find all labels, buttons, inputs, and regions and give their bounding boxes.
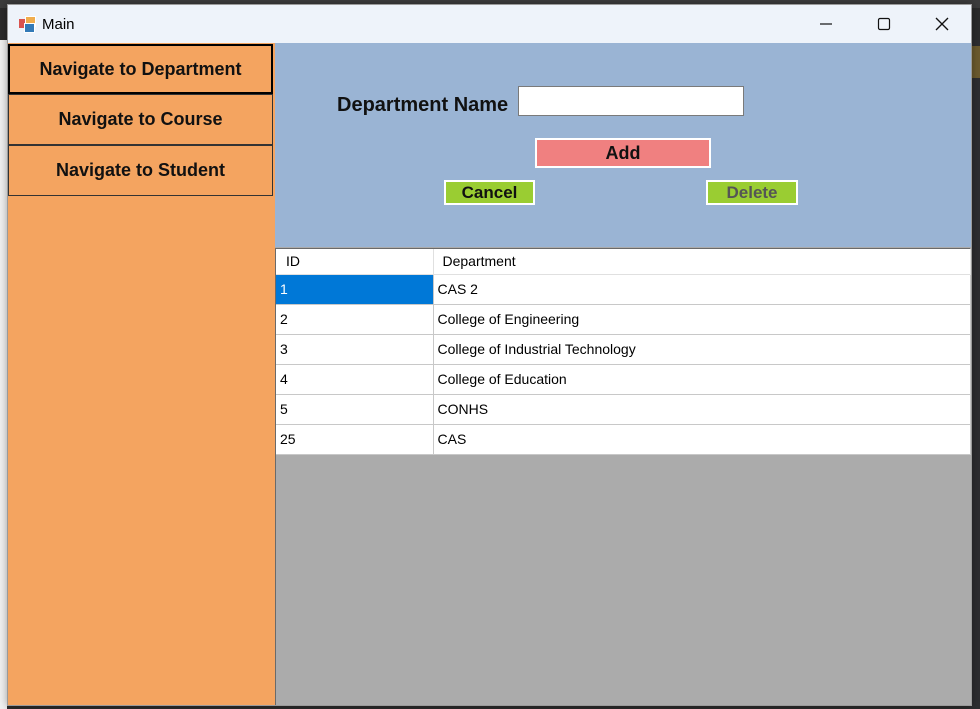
close-button[interactable] <box>913 5 971 43</box>
navigate-department-button[interactable]: Navigate to Department <box>8 44 273 94</box>
cell-department[interactable]: College of Engineering <box>433 304 971 335</box>
cell-id[interactable]: 5 <box>276 394 434 425</box>
table-header-row: ID Department <box>276 249 971 275</box>
client-area: Navigate to Department Navigate to Cours… <box>8 43 971 705</box>
column-header-department[interactable]: Department <box>433 249 971 275</box>
department-grid[interactable]: ID Department 1 CAS 2 2 College of Engin… <box>275 248 971 705</box>
table-row[interactable]: 4 College of Education <box>276 364 971 395</box>
title-bar[interactable]: Main <box>8 5 971 43</box>
department-name-input[interactable] <box>518 86 744 116</box>
background-ide-left <box>0 40 7 709</box>
maximize-button[interactable] <box>855 5 913 43</box>
window-title: Main <box>42 15 75 33</box>
cancel-button[interactable]: Cancel <box>444 180 535 205</box>
navigate-course-button[interactable]: Navigate to Course <box>8 94 273 145</box>
table-row[interactable]: 3 College of Industrial Technology <box>276 334 971 365</box>
table-row[interactable]: 2 College of Engineering <box>276 304 971 335</box>
cell-id[interactable]: 25 <box>276 424 434 455</box>
table-row[interactable]: 1 CAS 2 <box>276 274 971 305</box>
close-icon <box>935 17 949 31</box>
delete-button[interactable]: Delete <box>706 180 798 205</box>
minimize-icon <box>820 23 832 25</box>
cell-department[interactable]: CAS 2 <box>433 274 971 305</box>
table-row[interactable]: 5 CONHS <box>276 394 971 425</box>
department-table: ID Department 1 CAS 2 2 College of Engin… <box>276 249 971 455</box>
table-row[interactable]: 25 CAS <box>276 424 971 455</box>
cell-id[interactable]: 4 <box>276 364 434 395</box>
main-panel: Department Name Add Cancel Delete ID Dep… <box>275 43 971 705</box>
cell-department[interactable]: College of Education <box>433 364 971 395</box>
sidebar: Navigate to Department Navigate to Cours… <box>8 43 275 705</box>
add-button[interactable]: Add <box>535 138 711 168</box>
navigate-student-button[interactable]: Navigate to Student <box>8 145 273 196</box>
department-form: Department Name Add Cancel Delete <box>275 43 971 247</box>
cell-department[interactable]: CAS <box>433 424 971 455</box>
window-controls <box>797 5 971 43</box>
cell-department[interactable]: College of Industrial Technology <box>433 334 971 365</box>
cell-id[interactable]: 1 <box>276 274 434 305</box>
maximize-icon <box>877 17 891 31</box>
minimize-button[interactable] <box>797 5 855 43</box>
cell-department[interactable]: CONHS <box>433 394 971 425</box>
column-header-id[interactable]: ID <box>276 249 434 275</box>
department-name-label: Department Name <box>337 94 509 116</box>
cell-id[interactable]: 2 <box>276 304 434 335</box>
app-form-icon <box>19 16 36 33</box>
main-window: Main Navigate to Department Navigate to … <box>7 4 972 706</box>
cell-id[interactable]: 3 <box>276 334 434 365</box>
